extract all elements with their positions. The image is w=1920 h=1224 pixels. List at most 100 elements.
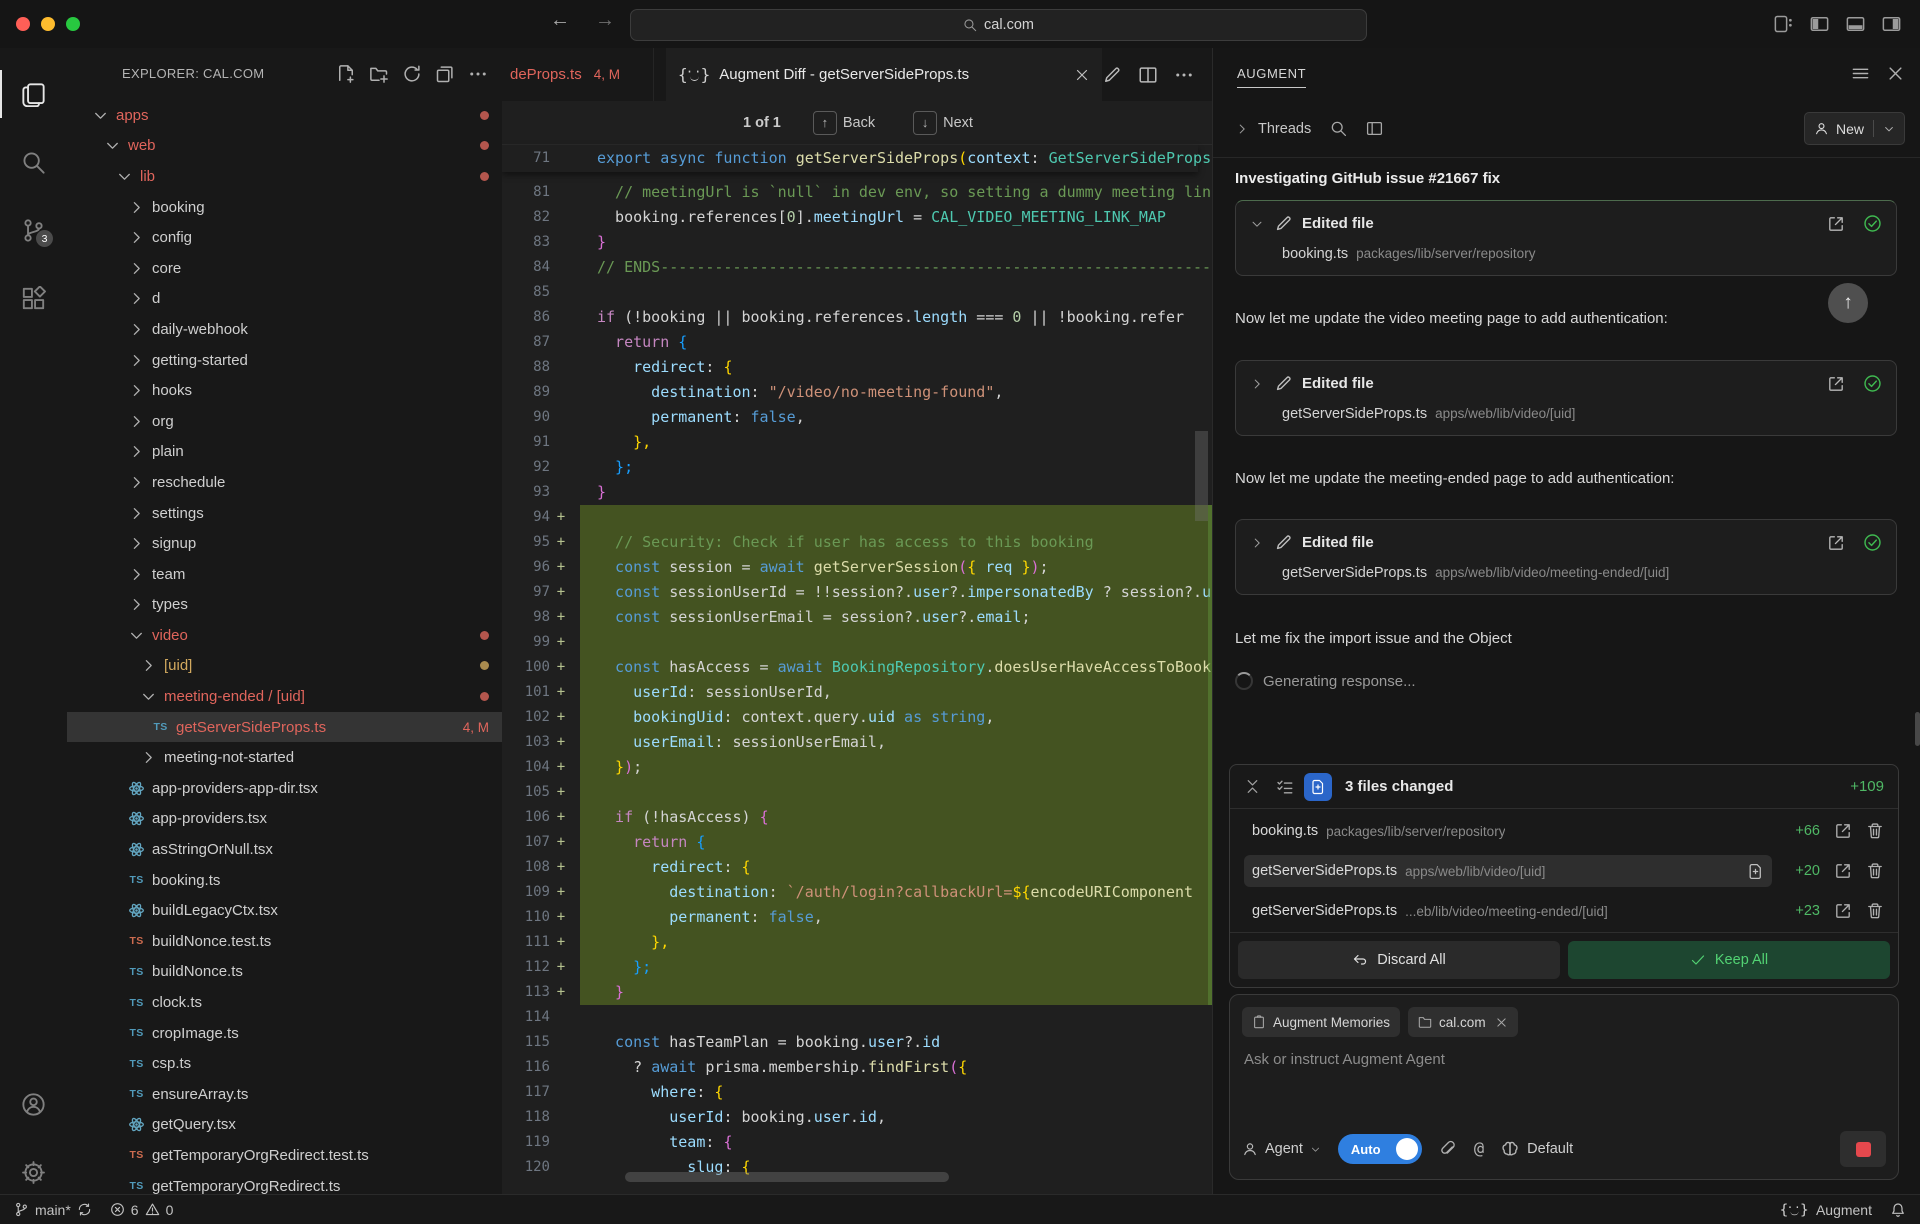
tree-item-ensurearray-ts[interactable]: TSensureArray.ts [67,1079,502,1110]
close-window-button[interactable] [16,17,30,31]
tree-item-cropimage-ts[interactable]: TScropImage.ts [67,1018,502,1049]
tree-item-csp-ts[interactable]: TScsp.ts [67,1048,502,1079]
tree-item-apps[interactable]: apps [67,100,502,131]
chevron-right-icon[interactable] [1250,536,1264,550]
open-in-editor-icon[interactable] [1834,902,1852,920]
auto-toggle[interactable]: Auto [1338,1134,1422,1164]
tree-item-team[interactable]: team [67,559,502,590]
toggle-sidebar-icon[interactable] [1809,14,1830,34]
tree-item-settings[interactable]: settings [67,498,502,529]
remove-chip-icon[interactable] [1495,1016,1508,1029]
changed-file-row[interactable]: getServerSideProps.tsapps/web/lib/video/… [1237,851,1891,891]
new-folder-icon[interactable] [369,64,389,84]
augment-status-item[interactable]: {··} Augment [1778,1202,1872,1218]
extensions-icon[interactable] [21,286,46,311]
tree-item-org[interactable]: org [67,406,502,437]
tree-item-core[interactable]: core [67,253,502,284]
discard-file-icon[interactable] [1866,862,1884,880]
tree-item-asstringornull-tsx[interactable]: asStringOrNull.tsx [67,834,502,865]
tree-item-booking-ts[interactable]: TSbooking.ts [67,865,502,896]
thread-layout-icon[interactable] [1366,120,1383,137]
open-in-editor-icon[interactable] [1827,215,1845,233]
chevron-right-icon[interactable] [1235,122,1249,136]
git-branch-item[interactable]: main* [14,1202,92,1218]
horizontal-scrollbar[interactable] [625,1172,949,1182]
threads-label[interactable]: Threads [1258,121,1311,137]
chevron-down-icon[interactable] [1250,217,1264,231]
explorer-icon[interactable] [21,82,46,107]
agent-input-box[interactable]: Augment Memoriescal.com Ask or instruct … [1229,994,1899,1180]
tree-item-meeting-not-started[interactable]: meeting-not-started [67,742,502,773]
tree-item-getserversideprops-ts[interactable]: TSgetServerSideProps.ts4, M [67,712,502,743]
split-editor-icon[interactable] [1138,65,1158,85]
tree-item-getquery-tsx[interactable]: getQuery.tsx [67,1110,502,1141]
tree-item-app-providers-app-dir-tsx[interactable]: app-providers-app-dir.tsx [67,773,502,804]
editor-more-actions-icon[interactable] [1174,65,1194,85]
open-in-editor-icon[interactable] [1827,375,1845,393]
context-chip-cal-com[interactable]: cal.com [1408,1007,1518,1037]
keep-all-button[interactable]: Keep All [1568,941,1890,979]
edited-file-card[interactable]: Edited filegetServerSideProps.tsapps/web… [1235,519,1897,595]
new-file-icon[interactable] [336,64,356,84]
changed-file-row[interactable]: booking.tspackages/lib/server/repository… [1237,811,1891,851]
tree-item-d[interactable]: d [67,284,502,315]
customize-layout-icon[interactable] [1773,14,1794,34]
discard-file-icon[interactable] [1866,902,1884,920]
list-view-icon[interactable] [1276,778,1294,796]
refresh-explorer-icon[interactable] [402,64,422,84]
tree-item-video[interactable]: video [67,620,502,651]
mention-icon[interactable]: @ [1474,1139,1484,1159]
tab-getserversideprops[interactable]: deProps.ts 4, M [502,48,654,101]
tree-item-meeting-ended-uid[interactable]: meeting-ended / [uid] [67,681,502,712]
command-center[interactable]: cal.com [630,9,1367,41]
changed-file-row[interactable]: getServerSideProps.ts...eb/lib/video/mee… [1237,891,1891,931]
chevron-right-icon[interactable] [1250,377,1264,391]
tree-item-buildnonce-ts[interactable]: TSbuildNonce.ts [67,957,502,988]
agent-mode-select[interactable]: Agent [1242,1141,1321,1157]
search-view-icon[interactable] [21,150,46,175]
forward-arrow-icon[interactable]: → [590,9,620,32]
panel-scrollbar[interactable] [1915,712,1920,746]
tree-item-booking[interactable]: booking [67,192,502,223]
tree-item-uid[interactable]: [uid] [67,651,502,682]
model-select[interactable]: Default [1501,1140,1573,1158]
tree-item-types[interactable]: types [67,590,502,621]
tree-item-app-providers-tsx[interactable]: app-providers.tsx [67,804,502,835]
tree-item-daily-webhook[interactable]: daily-webhook [67,314,502,345]
close-panel-icon[interactable] [1886,64,1905,83]
context-chip-augment-memories[interactable]: Augment Memories [1242,1007,1400,1037]
tree-item-plain[interactable]: plain [67,437,502,468]
edit-icon[interactable] [1102,65,1122,85]
toggle-panel-icon[interactable] [1845,14,1866,34]
attach-file-icon[interactable] [1439,1140,1457,1158]
minimize-window-button[interactable] [41,17,55,31]
open-in-editor-icon[interactable] [1834,862,1852,880]
settings-gear-icon[interactable] [21,1160,46,1185]
open-in-editor-icon[interactable] [1827,534,1845,552]
diff-view-toggle[interactable] [1304,773,1332,801]
tree-item-getting-started[interactable]: getting-started [67,345,502,376]
diff-back-button[interactable]: ↑ Back [807,110,881,136]
close-tab-icon[interactable] [1074,67,1090,83]
tree-item-config[interactable]: config [67,222,502,253]
scroll-to-top-button[interactable]: ↑ [1828,283,1868,323]
panel-menu-icon[interactable] [1851,64,1870,83]
search-threads-icon[interactable] [1330,120,1347,137]
problems-item[interactable]: 6 0 [110,1202,174,1218]
tree-item-web[interactable]: web [67,131,502,162]
open-in-editor-icon[interactable] [1834,822,1852,840]
zoom-window-button[interactable] [66,17,80,31]
collapse-panel-icon[interactable] [1244,778,1261,795]
vertical-scrollbar[interactable] [1195,431,1208,521]
tree-item-hooks[interactable]: hooks [67,375,502,406]
toggle-secondary-sidebar-icon[interactable] [1881,14,1902,34]
tree-item-gettemporaryorgredirect-ts[interactable]: TSgetTemporaryOrgRedirect.ts [67,1171,502,1194]
tab-augment-diff[interactable]: {··} Augment Diff - getServerSideProps.t… [666,48,1102,101]
back-arrow-icon[interactable]: ← [545,9,575,32]
tree-item-lib[interactable]: lib [67,161,502,192]
stop-button[interactable] [1840,1131,1886,1167]
tree-item-buildnonce-test-ts[interactable]: TSbuildNonce.test.ts [67,926,502,957]
discard-file-icon[interactable] [1866,822,1884,840]
diff-next-button[interactable]: ↓ Next [907,110,979,136]
account-icon[interactable] [21,1092,46,1117]
